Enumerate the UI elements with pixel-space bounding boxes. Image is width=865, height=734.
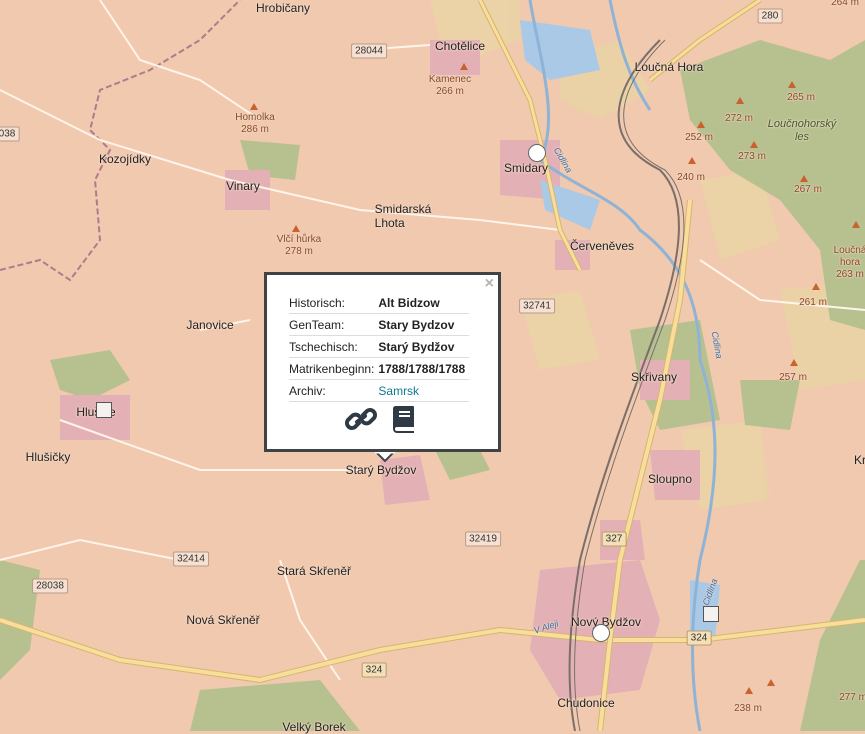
parish-marker-novy-bydzov[interactable]: [592, 624, 610, 642]
popup-row-key: Tschechisch:: [289, 335, 379, 358]
popup-row-key: GenTeam:: [289, 313, 379, 336]
book-icon[interactable]: [387, 405, 421, 433]
popup-row-key: Archiv:: [289, 379, 379, 402]
parish-marker-smidary[interactable]: [528, 144, 546, 162]
archive-link[interactable]: Samrsk: [378, 384, 419, 398]
popup-row: Matrikenbeginn: 1788/1788/1788: [289, 357, 470, 380]
parish-marker-east[interactable]: [703, 606, 719, 622]
popup-row-value: Stary Bydzov: [378, 313, 470, 336]
link-icon[interactable]: [344, 405, 378, 433]
popup-row-value: Alt Bidzow: [378, 292, 470, 314]
parish-marker-hlusice[interactable]: [96, 402, 112, 418]
place-popup: × Historisch: Alt Bidzow GenTeam: Stary Byd…: [264, 272, 501, 463]
popup-row-value[interactable]: Samrsk: [378, 379, 470, 402]
popup-row-value: 1788/1788/1788: [378, 357, 470, 380]
popup-row-key: Historisch:: [289, 292, 379, 314]
popup-row-value: Starý Bydžov: [378, 335, 470, 358]
popup-row: Archiv: Samrsk: [289, 379, 470, 402]
popup-close-button[interactable]: ×: [485, 276, 494, 292]
popup-row: Tschechisch: Starý Bydžov: [289, 335, 470, 358]
popup-row: GenTeam: Stary Bydzov: [289, 313, 470, 336]
popup-actions: [267, 405, 498, 433]
popup-tip: [375, 452, 395, 463]
popup-info-table: Historisch: Alt Bidzow GenTeam: Stary Bydzo…: [289, 292, 470, 402]
popup-row-key: Matrikenbeginn:: [289, 357, 379, 380]
popup-row: Historisch: Alt Bidzow: [289, 292, 470, 314]
